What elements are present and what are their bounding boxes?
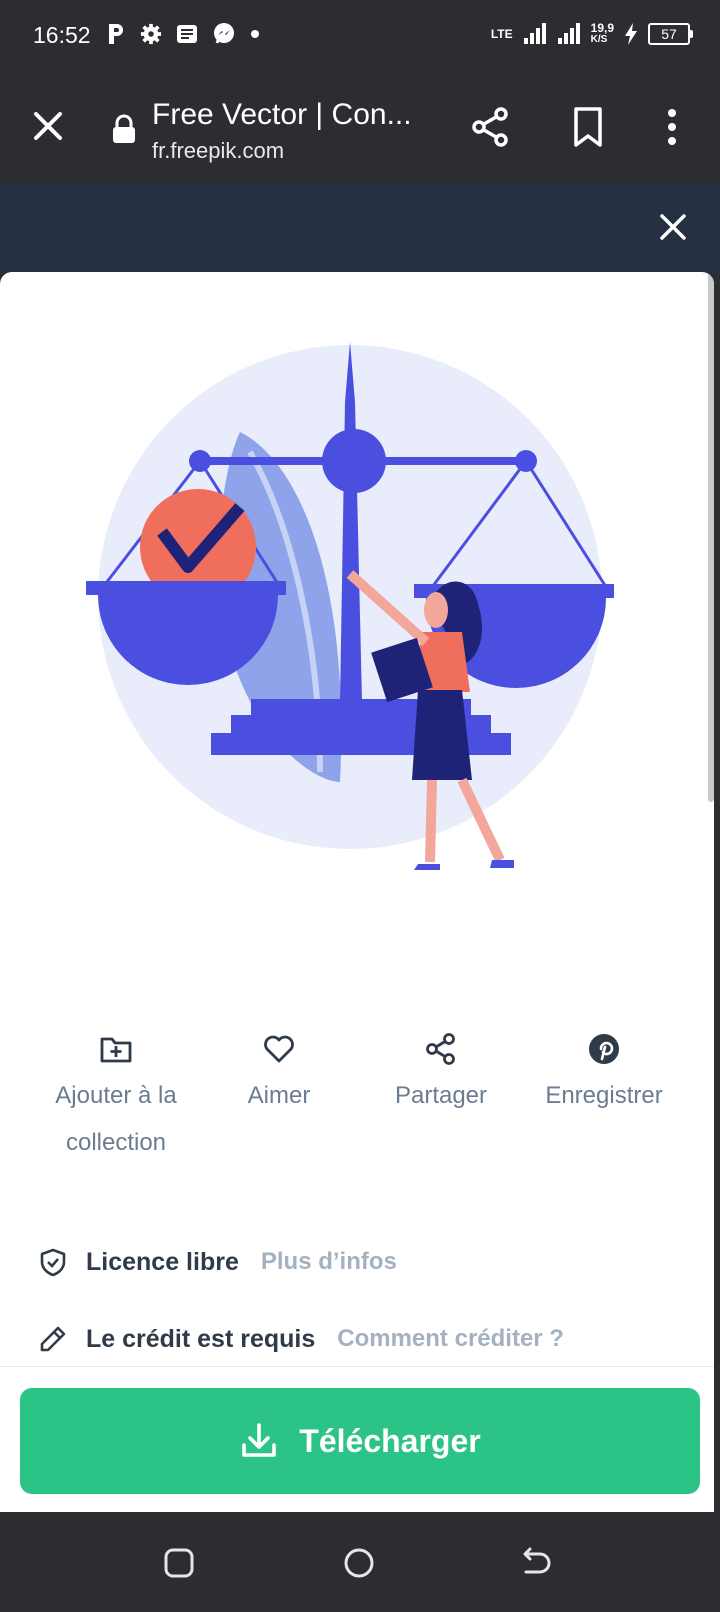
share-button[interactable]: Partager: [356, 1032, 526, 1119]
speed-value: 19,9: [590, 21, 614, 35]
image-detail-sheet: Ajouter à la collection Aimer Partager E…: [0, 272, 714, 1512]
share-icon[interactable]: [470, 106, 510, 148]
parking-icon: [109, 24, 123, 44]
pen-icon: [40, 1326, 66, 1352]
lte-label: LTE: [490, 27, 513, 41]
back-icon[interactable]: [520, 1546, 554, 1580]
download-icon: [242, 1423, 277, 1457]
battery-indicator: 57: [648, 23, 693, 45]
heart-icon: [264, 1035, 294, 1063]
like-label: Aimer: [247, 1082, 311, 1109]
license-info-link[interactable]: Plus d’infos: [261, 1248, 397, 1276]
pinterest-icon: [589, 1034, 619, 1064]
signal-icon: [523, 23, 546, 44]
notification-icons: [106, 22, 260, 46]
system-navigation-bar: [0, 1516, 720, 1612]
license-row: Licence libre Plus d’infos: [38, 1242, 397, 1282]
custom-tab-toolbar: Free Vector | Con... fr.freepik.com: [0, 72, 720, 184]
more-options-icon[interactable]: [665, 106, 679, 148]
divider: [0, 1366, 714, 1367]
how-to-credit-link[interactable]: Comment créditer ?: [337, 1325, 564, 1353]
home-icon[interactable]: [342, 1546, 376, 1580]
action-row: Ajouter à la collection Aimer Partager E…: [0, 1032, 714, 1232]
dot-icon: [251, 30, 259, 38]
signal-icon-2: [557, 23, 580, 44]
add-to-collection-label-2: collection: [65, 1129, 167, 1156]
network-speed: 19,9 K/S: [591, 22, 614, 46]
share-label: Partager: [394, 1082, 488, 1109]
recent-apps-icon[interactable]: [162, 1546, 196, 1580]
gear-icon: [140, 23, 162, 45]
scrollbar[interactable]: [708, 272, 714, 802]
like-button[interactable]: Aimer: [194, 1032, 364, 1119]
charging-icon: [625, 23, 637, 45]
license-type-label: Licence libre: [86, 1247, 239, 1276]
status-time: 16:52: [33, 22, 91, 48]
download-button[interactable]: Télécharger: [20, 1388, 700, 1494]
lock-icon: [113, 114, 135, 143]
folder-plus-icon: [100, 1037, 132, 1063]
messenger-icon: [214, 23, 234, 44]
shield-check-icon: [40, 1248, 66, 1277]
save-label: Enregistrer: [545, 1082, 663, 1109]
speed-unit: K/S: [590, 34, 608, 45]
download-label: Télécharger: [299, 1422, 481, 1459]
system-indicators: LTE 19,9 K/S 57: [490, 22, 693, 46]
page-url[interactable]: fr.freepik.com: [152, 138, 284, 164]
credit-required-label: Le crédit est requis: [86, 1324, 316, 1353]
pinterest-save-button[interactable]: Enregistrer: [519, 1032, 689, 1119]
bookmark-icon[interactable]: [572, 106, 604, 148]
close-modal-icon[interactable]: [658, 212, 688, 242]
add-to-collection-button[interactable]: Ajouter à la collection: [31, 1032, 201, 1166]
page-title: Free Vector | Con...: [152, 98, 412, 131]
page-backdrop[interactable]: [0, 184, 720, 274]
news-icon: [177, 25, 197, 43]
balance-scale-illustration: [86, 342, 614, 870]
credit-row: Le crédit est requis Comment créditer ?: [38, 1319, 564, 1359]
status-bar: 16:52 LTE 19,9 K/S 57: [0, 0, 720, 72]
share-icon: [426, 1033, 455, 1065]
close-tab-icon[interactable]: [30, 108, 66, 144]
add-to-collection-label: Ajouter à la: [55, 1082, 177, 1109]
